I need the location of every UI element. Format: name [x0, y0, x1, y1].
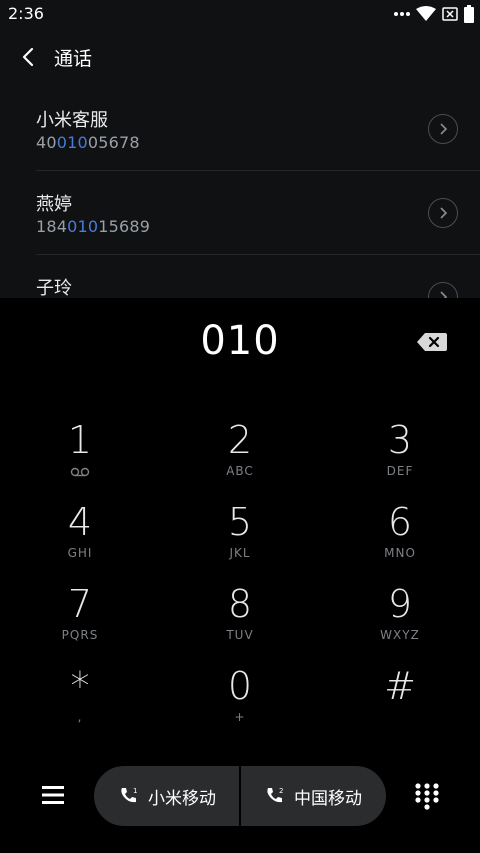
- contact-detail-button[interactable]: [428, 282, 458, 298]
- contact-name: 燕婷: [36, 194, 72, 215]
- chevron-right-icon: [440, 207, 448, 219]
- key-letters: DEF: [386, 464, 414, 478]
- key-1[interactable]: 1: [20, 418, 140, 498]
- key-digit: *: [70, 664, 90, 708]
- phone-sim1-icon: 1: [121, 787, 137, 803]
- key-letters: ,: [77, 710, 83, 724]
- contact-name: 小米客服: [36, 110, 108, 131]
- dialpad-toggle-icon[interactable]: [414, 782, 440, 810]
- sim2-label: 中国移动: [294, 788, 362, 809]
- key-digit: 3: [387, 418, 413, 462]
- key-digit: 2: [227, 418, 253, 462]
- contact-detail-button[interactable]: [428, 198, 458, 228]
- key-digit: 7: [67, 582, 93, 626]
- key-letters: JKL: [229, 546, 251, 560]
- key-letters: +: [234, 710, 246, 724]
- key-digit: #: [384, 664, 416, 708]
- chevron-right-icon: [440, 291, 448, 298]
- status-time: 2:36: [8, 4, 44, 23]
- number-match-highlight: 010: [56, 133, 88, 152]
- contact-result-item[interactable]: 子玲: [36, 254, 480, 298]
- key-0[interactable]: 0 +: [180, 664, 300, 744]
- key-digit: 9: [387, 582, 413, 626]
- number-match-highlight: 010: [67, 217, 99, 236]
- key-letters: TUV: [226, 628, 254, 642]
- key-8[interactable]: 8 TUV: [180, 582, 300, 662]
- sim-call-buttons: 1 小米移动 2 中国移动: [94, 766, 386, 826]
- app-header: 通话: [0, 28, 480, 86]
- key-digit: 0: [227, 664, 253, 708]
- contact-name: 子玲: [36, 278, 72, 298]
- page-title: 通话: [54, 48, 93, 70]
- key-star[interactable]: * ,: [20, 664, 140, 744]
- voicemail-icon: [70, 467, 90, 477]
- call-sim2-button[interactable]: 2 中国移动: [240, 766, 386, 826]
- key-3[interactable]: 3 DEF: [340, 418, 460, 498]
- key-letters: PQRS: [61, 628, 99, 642]
- key-digit: 8: [227, 582, 253, 626]
- chevron-right-icon: [440, 123, 448, 135]
- more-dots-icon: [394, 12, 410, 16]
- wifi-icon: [416, 6, 436, 21]
- phone-sim2-icon: 2: [267, 787, 283, 803]
- status-bar: 2:36: [0, 0, 480, 28]
- contact-number: 18401015689: [36, 217, 151, 236]
- key-letters: MNO: [384, 546, 416, 560]
- contact-results-list: 小米客服 4001005678 燕婷 18401015689 子玲: [0, 86, 480, 298]
- key-letters: GHI: [67, 546, 93, 560]
- contact-result-item[interactable]: 小米客服 4001005678: [36, 86, 480, 171]
- contact-number: 4001005678: [36, 133, 140, 152]
- key-2[interactable]: 2 ABC: [180, 418, 300, 498]
- menu-icon[interactable]: [40, 782, 66, 808]
- status-icons: [394, 5, 474, 23]
- call-sim1-button[interactable]: 1 小米移动: [94, 766, 240, 826]
- call-action-bar: 1 小米移动 2 中国移动: [0, 766, 480, 826]
- key-letters: WXYZ: [380, 628, 420, 642]
- back-arrow-icon[interactable]: [16, 44, 42, 70]
- contact-detail-button[interactable]: [428, 114, 458, 144]
- battery-icon: [464, 5, 474, 23]
- backspace-icon[interactable]: [416, 331, 448, 353]
- key-digit: 4: [67, 500, 93, 544]
- key-digit: 5: [227, 500, 253, 544]
- key-letters: ABC: [226, 464, 254, 478]
- contact-result-item[interactable]: 燕婷 18401015689: [36, 170, 480, 255]
- key-4[interactable]: 4 GHI: [20, 500, 140, 580]
- key-digit: 6: [387, 500, 413, 544]
- svg-text:2: 2: [279, 787, 283, 795]
- key-6[interactable]: 6 MNO: [340, 500, 460, 580]
- key-hash[interactable]: #: [340, 664, 460, 744]
- key-7[interactable]: 7 PQRS: [20, 582, 140, 662]
- sim1-label: 小米移动: [148, 788, 216, 809]
- dialed-number-display: 010: [200, 318, 280, 364]
- svg-text:1: 1: [133, 787, 137, 795]
- key-9[interactable]: 9 WXYZ: [340, 582, 460, 662]
- no-sim-icon: [442, 7, 458, 21]
- key-5[interactable]: 5 JKL: [180, 500, 300, 580]
- key-digit: 1: [67, 418, 93, 462]
